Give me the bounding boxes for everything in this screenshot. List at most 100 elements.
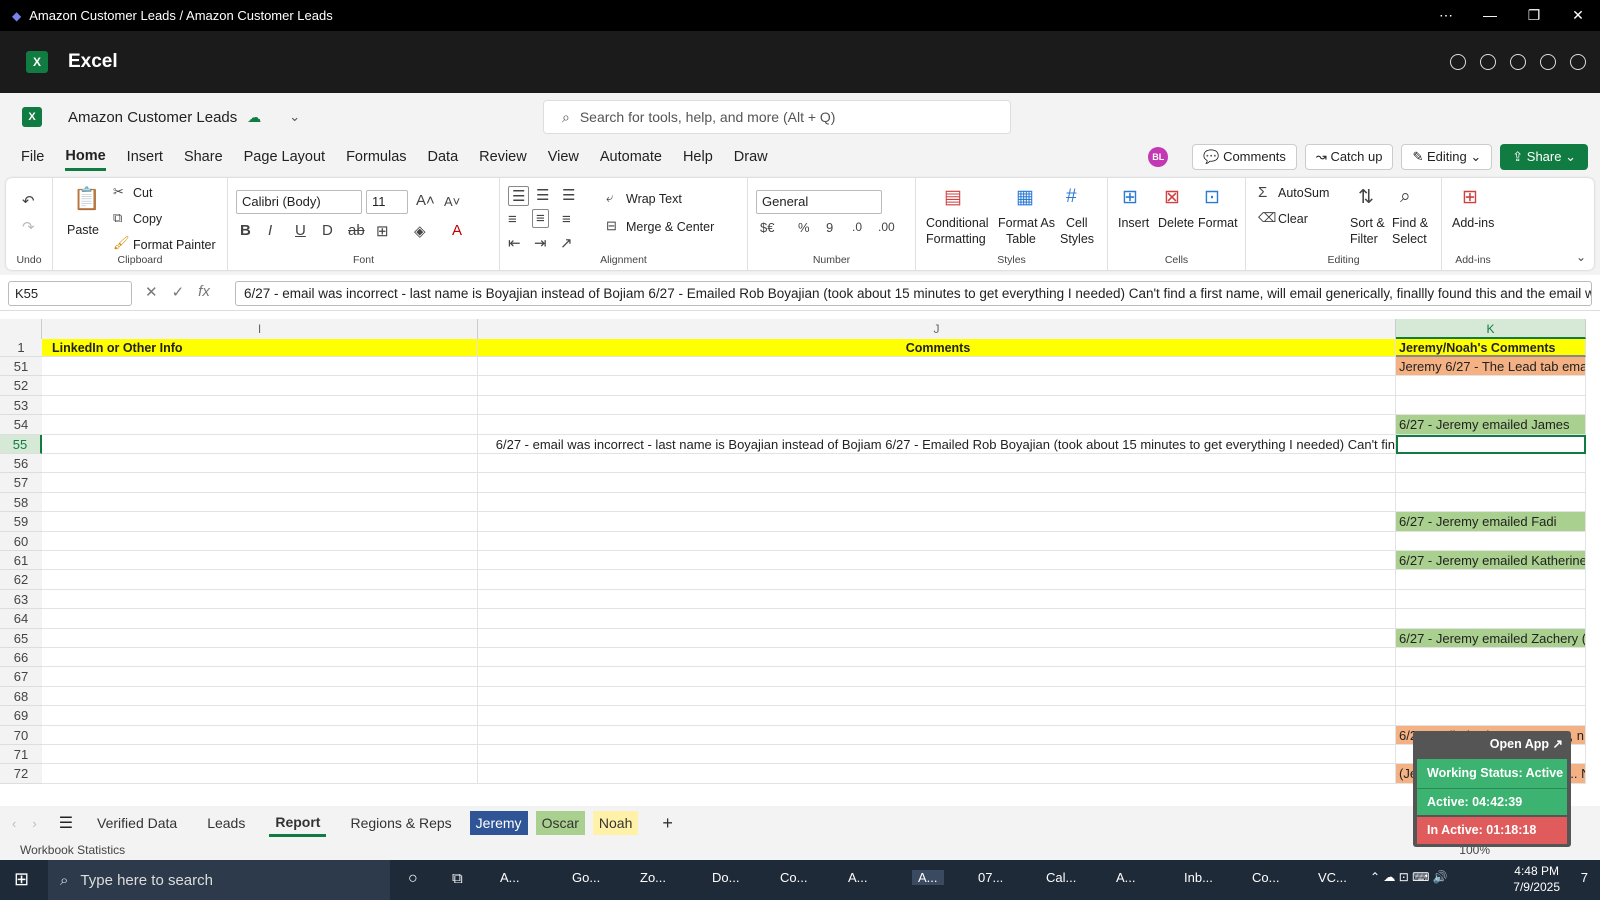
strikethrough-icon[interactable]: ab: [348, 222, 365, 239]
increase-indent-icon[interactable]: ⇥: [534, 234, 547, 252]
taskbar-app-folder-2[interactable]: A...: [848, 870, 868, 885]
header-cell-i[interactable]: LinkedIn or Other Info: [42, 339, 478, 357]
taskbar-app-teams[interactable]: A...: [912, 870, 944, 885]
cell-i[interactable]: [42, 473, 478, 493]
find-select-label-2[interactable]: Select: [1392, 232, 1427, 246]
cell-i[interactable]: [42, 725, 478, 745]
font-size-select[interactable]: 11: [366, 190, 408, 214]
taskbar-app-chrome-2[interactable]: Go...: [572, 870, 600, 885]
align-center-icon[interactable]: ≡: [532, 209, 549, 228]
column-header-k[interactable]: K: [1396, 319, 1586, 339]
cell-j[interactable]: [478, 512, 1396, 532]
next-sheet-icon[interactable]: ›: [32, 816, 36, 831]
sheet-tab-leads[interactable]: Leads: [201, 811, 251, 835]
cell-j[interactable]: 6/27 - email was incorrect - last name i…: [478, 434, 1396, 454]
system-tray-icon[interactable]: ⌃ ☁ ⊡ ⌨ 🔊: [1370, 870, 1448, 884]
format-cells-button[interactable]: Format: [1198, 216, 1238, 230]
row-header[interactable]: 72: [0, 764, 42, 784]
cell-j[interactable]: [478, 589, 1396, 610]
cell-k[interactable]: [1396, 531, 1586, 551]
cell-i[interactable]: [42, 706, 478, 726]
cell-j[interactable]: [478, 551, 1396, 571]
row-header[interactable]: 56: [0, 454, 42, 474]
row-header[interactable]: 67: [0, 667, 42, 687]
header-cell-j[interactable]: Comments: [478, 339, 1396, 357]
menu-page-layout[interactable]: Page Layout: [244, 145, 325, 169]
row-header[interactable]: 57: [0, 473, 42, 493]
windows-start-icon[interactable]: ⊞: [14, 869, 29, 890]
font-color-icon[interactable]: A: [452, 222, 462, 239]
row-header[interactable]: 71: [0, 745, 42, 765]
cell-i[interactable]: [42, 764, 478, 784]
cell-k[interactable]: [1396, 376, 1586, 396]
format-as-table-label-1[interactable]: Format As: [998, 216, 1055, 230]
cell-j[interactable]: [478, 725, 1396, 745]
undo-icon[interactable]: ↶: [22, 192, 35, 210]
cell-j[interactable]: [478, 706, 1396, 726]
column-header-i[interactable]: I: [42, 319, 478, 339]
name-box[interactable]: K55: [8, 281, 132, 306]
sheet-tab-report[interactable]: Report: [269, 810, 327, 837]
row-header[interactable]: 59: [0, 512, 42, 532]
cell-j[interactable]: [478, 570, 1396, 590]
cell-k[interactable]: [1396, 686, 1586, 707]
conditional-formatting-label-2[interactable]: Formatting: [926, 232, 986, 246]
cell-k[interactable]: [1396, 648, 1586, 668]
cell-i[interactable]: [42, 628, 478, 648]
borders-icon[interactable]: ⊞: [376, 222, 389, 240]
chat-icon[interactable]: [1450, 54, 1466, 70]
cell-j[interactable]: [478, 492, 1396, 513]
align-left-icon[interactable]: ≡: [508, 211, 517, 228]
cell-i[interactable]: [42, 512, 478, 532]
cell-i[interactable]: [42, 357, 478, 377]
taskbar-app-vc[interactable]: VC...: [1318, 870, 1347, 885]
find-select-label-1[interactable]: Find &: [1392, 216, 1428, 230]
comments-button[interactable]: 💬 Comments: [1192, 144, 1297, 170]
refresh-icon[interactable]: [1480, 54, 1496, 70]
chevron-down-icon[interactable]: ⌄: [289, 109, 300, 125]
decrease-indent-icon[interactable]: ⇤: [508, 234, 521, 252]
cell-k[interactable]: [1396, 706, 1586, 726]
catch-up-button[interactable]: ↝ Catch up: [1304, 144, 1394, 170]
orientation-icon[interactable]: ↗: [560, 234, 573, 252]
increase-decimal-icon[interactable]: .0: [852, 220, 862, 234]
row-header[interactable]: 61: [0, 551, 42, 571]
cell-i[interactable]: [42, 415, 478, 435]
bold-icon[interactable]: B: [240, 222, 251, 239]
cell-i[interactable]: [42, 531, 478, 551]
menu-insert[interactable]: Insert: [127, 145, 163, 169]
task-view-icon[interactable]: ⧉: [452, 870, 463, 887]
row-header[interactable]: 69: [0, 706, 42, 726]
share-button[interactable]: ⇪ Share ⌄: [1500, 144, 1588, 170]
wrap-text-button[interactable]: Wrap Text: [626, 192, 682, 206]
cell-j[interactable]: [478, 357, 1396, 377]
notification-icon[interactable]: 7: [1581, 870, 1588, 885]
cell-j[interactable]: [478, 473, 1396, 493]
ribbon-collapse-icon[interactable]: ⌄: [1576, 250, 1586, 264]
row-header[interactable]: 65: [0, 628, 42, 648]
clear-button[interactable]: Clear: [1278, 212, 1308, 226]
cell-styles-label-1[interactable]: Cell: [1066, 216, 1088, 230]
menu-automate[interactable]: Automate: [600, 145, 662, 169]
all-sheets-icon[interactable]: ☰: [59, 813, 73, 833]
menu-help[interactable]: Help: [683, 145, 713, 169]
cell-k[interactable]: [1396, 570, 1586, 590]
select-all-corner[interactable]: [0, 319, 42, 339]
cell-j[interactable]: [478, 609, 1396, 629]
increase-font-icon[interactable]: A˄: [416, 192, 435, 209]
sheet-tab-verified-data[interactable]: Verified Data: [91, 811, 183, 835]
cell-k[interactable]: 6/27 - Jeremy emailed Katherine: [1396, 551, 1586, 571]
taskbar-app-excel-2[interactable]: Cal...: [1046, 870, 1076, 885]
row-header[interactable]: 68: [0, 686, 42, 707]
comma-icon[interactable]: 9: [826, 220, 833, 235]
cell-i[interactable]: [42, 551, 478, 571]
taskbar-search-input[interactable]: ⌕ Type here to search: [48, 860, 390, 900]
sort-filter-label-1[interactable]: Sort &: [1350, 216, 1385, 230]
cell-i[interactable]: [42, 570, 478, 590]
enter-icon[interactable]: ✓: [172, 283, 185, 301]
function-icon[interactable]: fx: [198, 283, 210, 301]
cut-button[interactable]: Cut: [133, 186, 152, 200]
font-name-select[interactable]: Calibri (Body): [236, 190, 362, 214]
cancel-icon[interactable]: ✕: [145, 283, 158, 301]
cell-k[interactable]: [1396, 395, 1586, 416]
